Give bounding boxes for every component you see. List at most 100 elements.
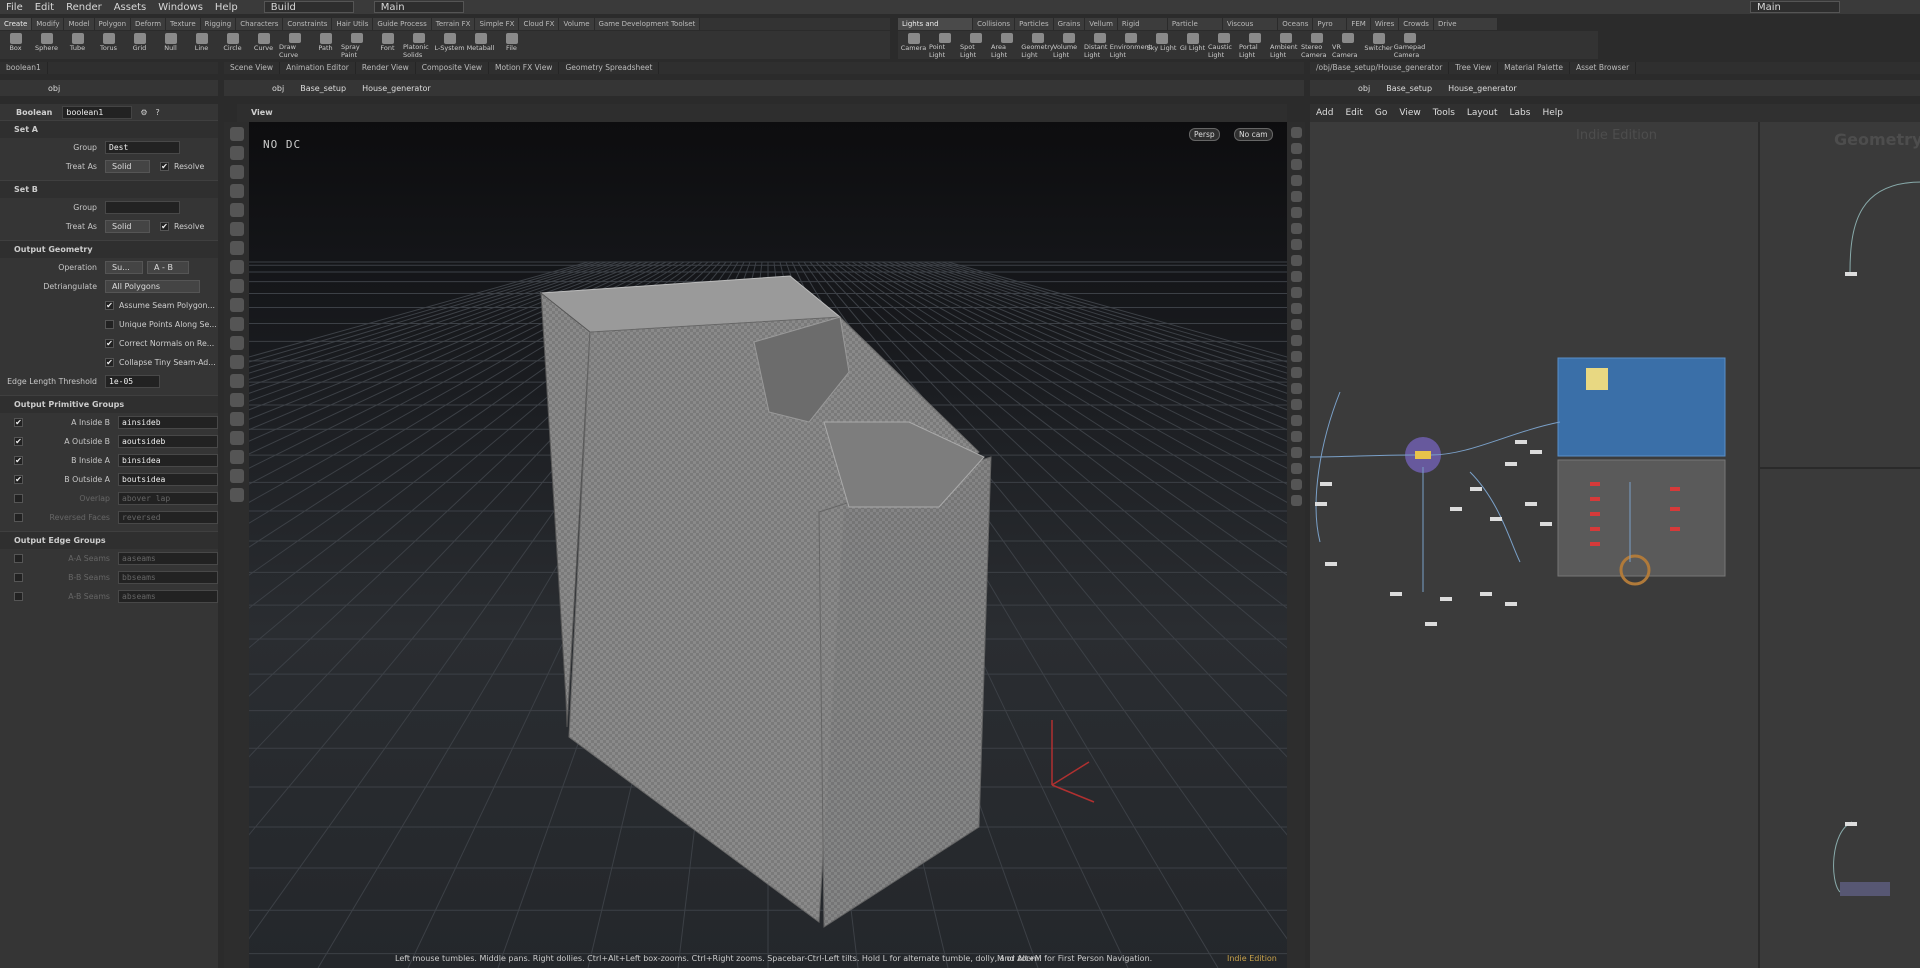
- tool-spot-light[interactable]: Spot Light: [960, 31, 991, 59]
- tool-grid[interactable]: Grid: [124, 31, 155, 59]
- path-obj[interactable]: obj: [1350, 84, 1378, 93]
- path-base-setup[interactable]: Base_setup: [1378, 84, 1440, 93]
- tool-l-system[interactable]: L-System: [434, 31, 465, 59]
- shelf-tab-polygon[interactable]: Polygon: [94, 18, 132, 30]
- group-checkbox[interactable]: ✔: [14, 418, 23, 427]
- shelf-tab-lights-and-cameras[interactable]: Lights and Cameras: [898, 18, 974, 40]
- shelf-tab-volume[interactable]: Volume: [559, 18, 595, 30]
- display-option-icon[interactable]: [1290, 383, 1302, 394]
- viewport-tool-icon[interactable]: [229, 203, 244, 217]
- tool-caustic-light[interactable]: Caustic Light: [1208, 31, 1239, 59]
- viewport-tool-icon[interactable]: [229, 393, 244, 407]
- network-menu-add[interactable]: Add: [1310, 108, 1339, 118]
- viewport-tool-icon[interactable]: [229, 450, 244, 464]
- shelf-tab-wires[interactable]: Wires: [1370, 18, 1400, 30]
- checkbox[interactable]: [105, 320, 114, 329]
- menu-edit[interactable]: Edit: [29, 2, 60, 13]
- viewport-tool-icon[interactable]: [229, 336, 244, 350]
- shelf-tab-rigid-bodies[interactable]: Rigid Bodies: [1117, 18, 1168, 40]
- tab-obj-base-setup-house-generator[interactable]: /obj/Base_setup/House_generator: [1310, 62, 1450, 74]
- tool-circle[interactable]: Circle: [217, 31, 248, 59]
- tool-line[interactable]: Line: [186, 31, 217, 59]
- operation-sub-dropdown[interactable]: A - B: [147, 261, 189, 274]
- tab-composite-view[interactable]: Composite View: [416, 62, 489, 74]
- viewport-tool-icon[interactable]: [229, 469, 244, 483]
- shelf-tab-fem[interactable]: FEM: [1347, 18, 1371, 30]
- display-option-icon[interactable]: [1290, 447, 1302, 458]
- viewport-tool-icon[interactable]: [229, 127, 244, 141]
- checkbox[interactable]: ✔: [105, 358, 114, 367]
- resolve-b-checkbox[interactable]: ✔: [160, 222, 169, 231]
- menu-render[interactable]: Render: [60, 2, 108, 13]
- right-main-selector[interactable]: Main: [1750, 1, 1840, 13]
- menu-assets[interactable]: Assets: [108, 2, 153, 13]
- tool-tube[interactable]: Tube: [62, 31, 93, 59]
- viewport-tool-icon[interactable]: [229, 222, 244, 236]
- tool-camera[interactable]: Camera: [898, 31, 929, 59]
- shelf-tab-grains[interactable]: Grains: [1053, 18, 1086, 30]
- display-option-icon[interactable]: [1290, 367, 1302, 378]
- group-name-field[interactable]: aoutsideb: [118, 435, 218, 448]
- menu-file[interactable]: File: [0, 2, 29, 13]
- tool-sky-light[interactable]: Sky Light: [1146, 31, 1177, 59]
- tab-boolean1[interactable]: boolean1: [0, 62, 48, 74]
- tab-render-view[interactable]: Render View: [356, 62, 416, 74]
- shelf-tab-texture[interactable]: Texture: [166, 18, 201, 30]
- tab-animation-editor[interactable]: Animation Editor: [280, 62, 356, 74]
- viewport-tool-icon[interactable]: [229, 298, 244, 312]
- menu-windows[interactable]: Windows: [152, 2, 209, 13]
- display-option-icon[interactable]: [1290, 431, 1302, 442]
- display-option-icon[interactable]: [1290, 415, 1302, 426]
- checkbox[interactable]: ✔: [105, 339, 114, 348]
- viewport-tool-icon[interactable]: [229, 317, 244, 331]
- tab-tree-view[interactable]: Tree View: [1449, 62, 1499, 74]
- output-prim-groups-section[interactable]: Output Primitive Groups: [0, 395, 218, 413]
- group-name-field[interactable]: boutsidea: [118, 473, 218, 486]
- tool-curve[interactable]: Curve: [248, 31, 279, 59]
- resolve-a-checkbox[interactable]: ✔: [160, 162, 169, 171]
- shelf-tab-deform[interactable]: Deform: [131, 18, 167, 30]
- display-option-icon[interactable]: [1290, 239, 1302, 250]
- tab-asset-browser[interactable]: Asset Browser: [1570, 62, 1637, 74]
- tool-null[interactable]: Null: [155, 31, 186, 59]
- tool-gi-light[interactable]: GI Light: [1177, 31, 1208, 59]
- display-option-icon[interactable]: [1290, 319, 1302, 330]
- tab-geometry-spreadsheet[interactable]: Geometry Spreadsheet: [559, 62, 660, 74]
- display-option-icon[interactable]: [1290, 271, 1302, 282]
- display-option-icon[interactable]: [1290, 207, 1302, 218]
- path-obj[interactable]: obj: [40, 84, 68, 93]
- tab-motion-fx-view[interactable]: Motion FX View: [489, 62, 560, 74]
- display-option-icon[interactable]: [1290, 191, 1302, 202]
- boolean-node[interactable]: [1415, 451, 1431, 459]
- viewport-tool-icon[interactable]: [229, 431, 244, 445]
- shelf-tab-vellum[interactable]: Vellum: [1085, 18, 1118, 30]
- tool-file[interactable]: File: [496, 31, 527, 59]
- treat-b-dropdown[interactable]: Solid: [105, 220, 150, 233]
- group-name-field[interactable]: bbseams: [118, 571, 218, 584]
- tool-spray-paint[interactable]: Spray Paint: [341, 31, 372, 59]
- viewport-3d[interactable]: NO DC Persp No cam Left mouse tumbles. M…: [249, 122, 1287, 968]
- tool-platonic-solids[interactable]: Platonic Solids: [403, 31, 434, 59]
- display-option-icon[interactable]: [1290, 463, 1302, 474]
- display-option-icon[interactable]: [1290, 351, 1302, 362]
- network-menu-help[interactable]: Help: [1536, 108, 1569, 118]
- shelf-tab-simple-fx[interactable]: Simple FX: [475, 18, 520, 30]
- set-b-section[interactable]: Set B: [0, 180, 218, 198]
- shelf-tab-pyro-fx[interactable]: Pyro FX: [1313, 18, 1348, 40]
- tool-geometry-light[interactable]: Geometry Light: [1021, 31, 1054, 59]
- viewport-tool-icon[interactable]: [229, 184, 244, 198]
- tool-torus[interactable]: Torus: [93, 31, 124, 59]
- viewport-tool-icon[interactable]: [229, 146, 244, 160]
- group-checkbox[interactable]: [14, 592, 23, 601]
- network-menu-tools[interactable]: Tools: [1427, 108, 1461, 118]
- shelf-tab-drive-simulation[interactable]: Drive Simulation: [1433, 18, 1499, 40]
- shelf-tab-cloud-fx[interactable]: Cloud FX: [519, 18, 560, 30]
- network-editor[interactable]: Indie Edition: [1310, 122, 1758, 968]
- display-option-icon[interactable]: [1290, 223, 1302, 234]
- group-checkbox[interactable]: ✔: [14, 456, 23, 465]
- path-house-generator[interactable]: House_generator: [354, 84, 439, 93]
- viewport-tool-icon[interactable]: [229, 355, 244, 369]
- tab-material-palette[interactable]: Material Palette: [1498, 62, 1570, 74]
- persp-button[interactable]: Persp: [1189, 128, 1220, 141]
- group-checkbox[interactable]: [14, 513, 23, 522]
